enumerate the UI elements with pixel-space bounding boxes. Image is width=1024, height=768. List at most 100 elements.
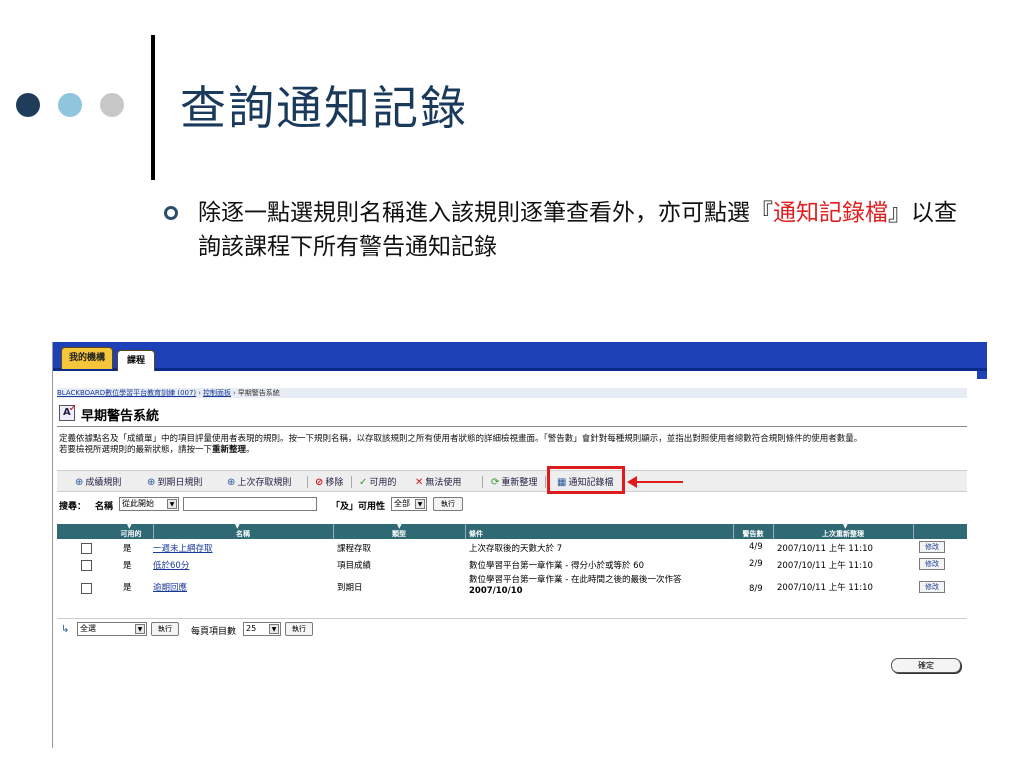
dot-light-blue [58, 93, 82, 117]
last-access-rule-label: 上次存取規則 [237, 478, 292, 488]
bullet-text-before: 除逐一點選規則名稱進入該規則逐筆查看外，亦可點選『 [198, 200, 773, 226]
items-per-page-label: 每頁項目數 [191, 627, 237, 637]
table-row: 是 低於60分 項目成績 數位學習平台第一章作業 - 得分小於或等於 60 2/… [57, 558, 967, 572]
row-rule-name-link[interactable]: 逾期回應 [153, 581, 187, 593]
x-icon: ✕ [415, 477, 424, 488]
tab-my-institution[interactable]: 我的機構 [61, 347, 113, 369]
row-warnings: 8/9 [749, 584, 763, 594]
row-last-refresh: 2007/10/11 上午 11:10 [777, 583, 873, 593]
row-type: 到期日 [337, 583, 363, 593]
due-date-rule-button[interactable]: ⊕ 到期日規則 [147, 475, 202, 488]
top-tab-bar: 我的機構 課程 [53, 342, 987, 371]
search-go-button[interactable]: 執行 [433, 497, 463, 511]
toolbar-divider [545, 476, 546, 488]
table-row: 是 逾期回應 到期日 數位學習平台第一章作業 - 在此時間之後的最後一次作答 20… [57, 575, 967, 605]
last-access-rule-button[interactable]: ⊕ 上次存取規則 [227, 475, 291, 488]
bulk-select[interactable]: 全選 ▼ [77, 622, 147, 636]
unavailable-label: 無法使用 [425, 478, 462, 488]
row-checkbox[interactable] [81, 583, 92, 594]
availability-value: 全部 [394, 499, 410, 508]
ok-button[interactable]: 確定 [891, 658, 961, 673]
toolbar-divider [482, 476, 483, 488]
search-input[interactable] [183, 497, 317, 511]
description-bold: 重新整理 [212, 445, 247, 455]
row-criteria-text: 數位學習平台第一章作業 - 在此時間之後的最後一次作答 [469, 575, 682, 585]
items-per-page-value: 25 [246, 624, 257, 633]
row-criteria-date: 2007/10/10 [469, 586, 523, 596]
row-checkbox[interactable] [81, 543, 92, 554]
col-available[interactable]: 可用的 [111, 529, 151, 539]
col-warnings: 警告數 [742, 530, 764, 538]
app-screenshot: 我的機構 課程 BLACKBOARD數位學習平台教育訓練 (007) › 控制面板 ›… [52, 342, 987, 748]
tab-bar-rail [977, 371, 987, 379]
dot-dark [16, 93, 40, 117]
availability-select[interactable]: 全部 ▼ [391, 497, 427, 511]
dot-gray [100, 93, 124, 117]
row-edit-button[interactable]: 修改 [919, 558, 945, 570]
table-footer: ↳ 全選 ▼ 執行 每頁項目數 25 ▼ 執行 [57, 618, 967, 640]
row-warnings: 4/9 [749, 542, 763, 552]
bulk-select-value: 全選 [80, 624, 96, 633]
grade-rule-button[interactable]: ⊕ 成績規則 [75, 475, 121, 488]
toolbar-divider [307, 476, 308, 488]
remove-icon: ⊘ [315, 477, 324, 488]
breadcrumb-current: 早期警告系統 [237, 389, 280, 397]
annotation-arrow-line [635, 481, 683, 483]
search-field-label: 名稱 [95, 502, 114, 512]
refresh-button[interactable]: ⟳ 重新整理 [491, 475, 537, 488]
breadcrumb-course[interactable]: BLACKBOARD數位學習平台教育訓練 (007) [57, 389, 196, 397]
rule-add-icon: ⊕ [147, 477, 156, 488]
breadcrumb-control-panel[interactable]: 控制面板 [203, 389, 231, 397]
header-divider [913, 524, 914, 539]
description-prefix: 若要檢視所選規則的最新狀態，請按一下 [59, 445, 213, 455]
remove-label: 移除 [325, 478, 344, 488]
col-last-refresh[interactable]: 上次重新整理 [773, 529, 913, 539]
title-divider [151, 35, 155, 180]
row-edit-button[interactable]: 修改 [919, 581, 945, 593]
check-mark-icon: ✓ [68, 403, 77, 414]
bulk-go-button[interactable]: 執行 [151, 622, 179, 636]
row-last-refresh: 2007/10/11 上午 11:10 [777, 561, 873, 571]
unavailable-button[interactable]: ✕ 無法使用 [415, 475, 461, 488]
title-rule [57, 426, 967, 427]
row-rule-name-link[interactable]: 低於60分 [153, 559, 189, 571]
toolbar-divider [351, 476, 352, 488]
col-type[interactable]: 類型 [333, 529, 465, 539]
chevron-down-icon: ▼ [415, 499, 425, 509]
header-divider [465, 524, 466, 539]
availability-label: 「及」可用性 [331, 502, 386, 512]
page-size-go-button[interactable]: 執行 [285, 622, 313, 636]
breadcrumb-separator: › [232, 389, 236, 397]
action-toolbar: ⊕ 成績規則 ⊕ 到期日規則 ⊕ 上次存取規則 ⊘ 移除 ✓ 可用的 ✕ 無法使用 ⟳ 重新整… [57, 470, 967, 492]
row-available: 是 [123, 561, 132, 571]
slide-title: 查詢通知記錄 [180, 81, 468, 135]
rule-add-icon: ⊕ [227, 477, 236, 488]
row-rule-name-link[interactable]: 一週未上網存取 [153, 542, 213, 554]
row-type: 課程存取 [337, 544, 372, 554]
early-warning-icon: ✓ [59, 403, 77, 421]
row-checkbox[interactable] [81, 560, 92, 571]
chevron-down-icon: ▼ [135, 624, 145, 634]
refresh-icon: ⟳ [491, 477, 500, 488]
rule-add-icon: ⊕ [75, 477, 84, 488]
row-criteria: 數位學習平台第一章作業 - 在此時間之後的最後一次作答 2007/10/10 [469, 575, 737, 597]
chevron-down-icon: ▼ [269, 624, 279, 634]
select-arrow-icon: ↳ [61, 624, 70, 635]
description-suffix: 。 [246, 445, 255, 455]
search-label: 搜尋： [59, 502, 87, 512]
row-edit-button[interactable]: 修改 [919, 541, 945, 553]
description-line-2: 若要檢視所選規則的最新狀態，請按一下重新整理。 [59, 445, 984, 456]
items-per-page-select[interactable]: 25 ▼ [243, 622, 281, 636]
breadcrumb: BLACKBOARD數位學習平台教育訓練 (007) › 控制面板 › 早期警告系統 [57, 388, 967, 398]
bullet-text: 除逐一點選規則名稱進入該規則逐筆查看外，亦可點選『通知記錄檔』以查詢該課程下所有… [198, 196, 958, 264]
bullet-ring-icon [164, 206, 178, 220]
tab-courses[interactable]: 課程 [117, 350, 155, 371]
bullet-text-highlight: 通知記錄檔 [773, 200, 888, 226]
rules-table-header: ▼ 可用的 ▼ 名稱 ▼ 類型 條件 警告數 ▼ 上次重新整理 [57, 523, 967, 539]
available-button[interactable]: ✓ 可用的 [359, 475, 396, 488]
chevron-down-icon: ▼ [167, 499, 177, 509]
search-mode-select[interactable]: 從此開始 ▼ [119, 497, 179, 511]
col-name[interactable]: 名稱 [153, 529, 333, 539]
row-type: 項目成績 [337, 561, 372, 571]
remove-button[interactable]: ⊘ 移除 [315, 475, 343, 488]
